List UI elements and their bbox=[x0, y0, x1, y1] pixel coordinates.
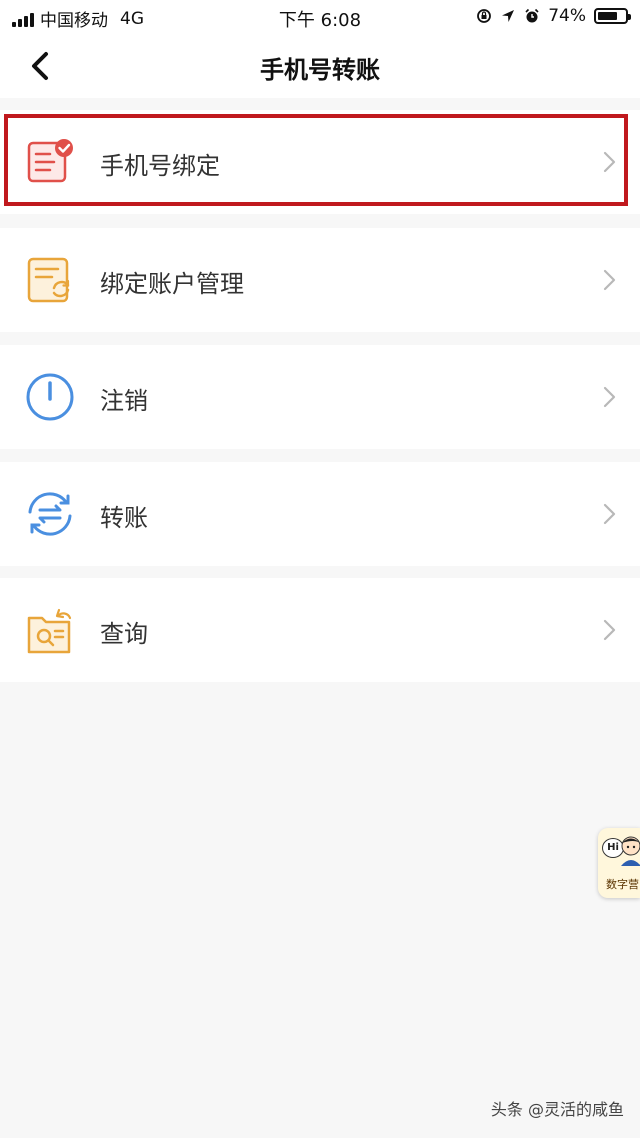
assistant-label: 数字营 bbox=[606, 878, 639, 891]
menu-item-label: 转账 bbox=[100, 504, 148, 532]
chevron-right-icon bbox=[603, 269, 616, 291]
account-manage-icon bbox=[27, 257, 70, 303]
assistant-float-button[interactable]: Hi 数字营 bbox=[598, 828, 640, 898]
nav-bar: 手机号转账 bbox=[0, 34, 640, 98]
location-icon bbox=[502, 10, 515, 22]
menu-item-label: 注销 bbox=[100, 387, 148, 415]
menu-item-query[interactable]: 查询 bbox=[0, 578, 640, 682]
chevron-left-icon[interactable] bbox=[22, 46, 62, 86]
orientation-lock-icon bbox=[477, 9, 492, 23]
menu-item-label: 查询 bbox=[100, 620, 148, 648]
status-bar: 中国移动 4G 下午 6:08 74% bbox=[0, 0, 640, 34]
menu-item-transfer[interactable]: 转账 bbox=[0, 462, 640, 566]
menu-item-cancel[interactable]: 注销 bbox=[0, 345, 640, 449]
avatar-icon bbox=[621, 836, 640, 866]
menu-item-label: 手机号绑定 bbox=[100, 152, 220, 180]
chevron-right-icon bbox=[603, 619, 616, 641]
menu-item-phone-bind[interactable]: 手机号绑定 bbox=[0, 110, 640, 214]
alarm-icon bbox=[525, 8, 539, 23]
power-icon bbox=[26, 373, 74, 421]
status-bar-right: 74% bbox=[476, 6, 631, 26]
phone-bind-icon bbox=[27, 139, 73, 183]
transfer-icon bbox=[28, 492, 72, 536]
battery-icon bbox=[594, 8, 631, 24]
menu-item-account-manage[interactable]: 绑定账户管理 bbox=[0, 228, 640, 332]
chevron-right-icon bbox=[603, 151, 616, 173]
page-title: 手机号转账 bbox=[260, 56, 380, 84]
watermark: 头条 @灵活的咸鱼 bbox=[490, 1100, 624, 1119]
menu-item-label: 绑定账户管理 bbox=[100, 270, 244, 298]
battery-percent: 74% bbox=[548, 6, 586, 26]
query-icon bbox=[27, 608, 72, 654]
chevron-right-icon bbox=[603, 503, 616, 525]
chevron-right-icon bbox=[603, 386, 616, 408]
